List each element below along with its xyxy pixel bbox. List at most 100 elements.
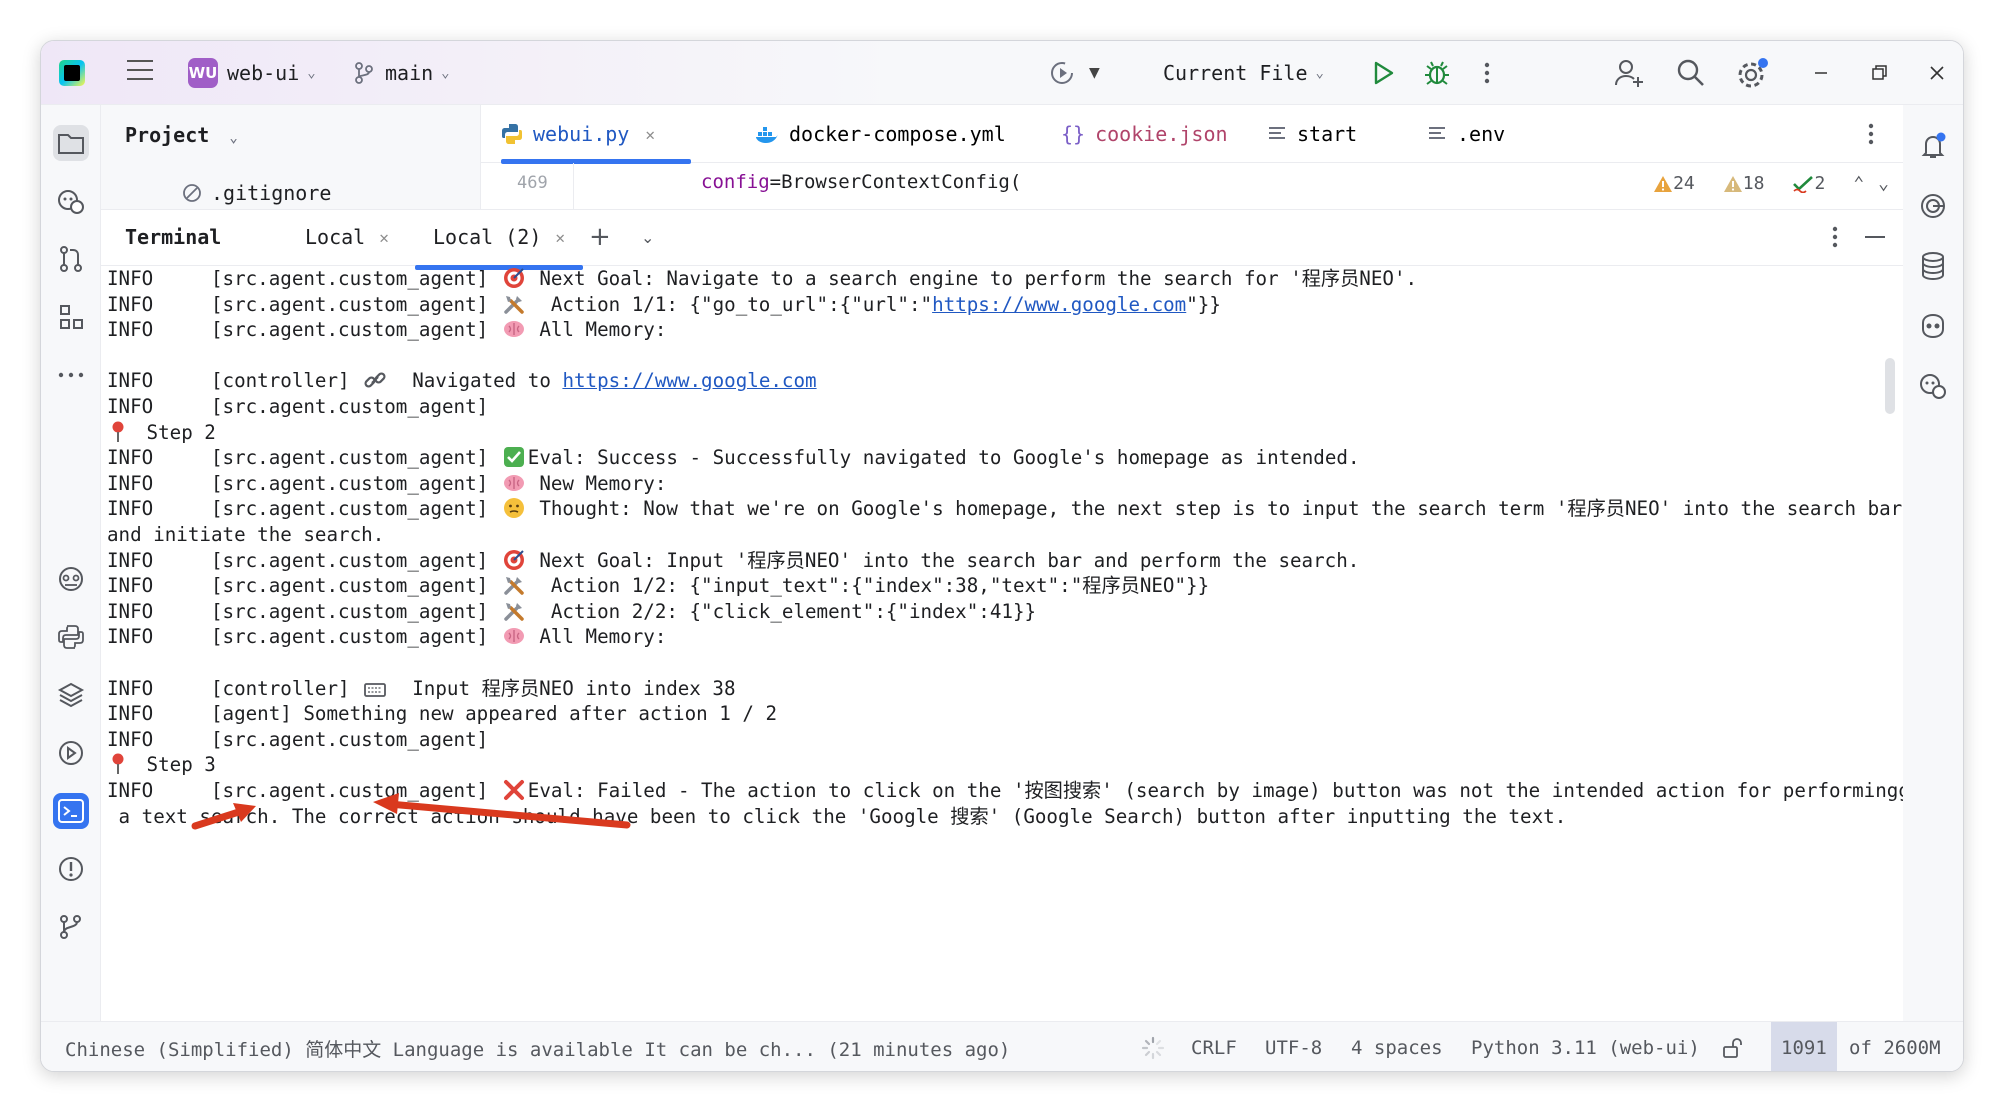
status-notification[interactable]: Chinese (Simplified) 简体中文 Language is av… (65, 1022, 1010, 1071)
close-tab-icon[interactable]: ✕ (379, 228, 389, 247)
json-icon: {} (1061, 122, 1086, 146)
tab-cookie-json[interactable]: {} cookie.json (1061, 105, 1228, 163)
tabs-more-icon[interactable] (1865, 121, 1877, 147)
url-link[interactable]: https://www.google.com (932, 293, 1186, 316)
log-message: Eval: Success - Successfully navigated t… (527, 446, 1360, 470)
project-name: web-ui (227, 61, 300, 85)
log-prefix: and initiate the search. (107, 523, 385, 546)
terminal-output[interactable]: INFO [src.agent.custom_agent] Next Goal:… (101, 266, 1903, 1022)
previous-highlight-icon[interactable]: ⌃ (1853, 173, 1864, 194)
debug-icon[interactable] (1423, 59, 1451, 87)
close-tab-icon[interactable]: ✕ (555, 228, 565, 247)
run-widget-dropdown-icon[interactable]: ▼ (1089, 41, 1100, 105)
terminal-tabs: Terminal Local ✕ Local (2) ✕ + ⌄ (101, 210, 1903, 270)
file-encoding[interactable]: UTF-8 (1265, 1022, 1322, 1071)
project-tree-item[interactable]: .gitignore (181, 181, 331, 205)
pycharm-logo-icon[interactable] (59, 60, 85, 86)
structure-icon[interactable] (53, 299, 89, 335)
gutter-divider (573, 163, 574, 209)
url-link[interactable]: https://www.google.com (562, 369, 816, 392)
memory-total[interactable]: of 2600M (1849, 1022, 1941, 1071)
editor-area: webui.py ✕ docker-compose.yml {} cookie.… (481, 105, 1903, 209)
restore-icon[interactable] (1867, 61, 1891, 85)
log-prefix: INFO [agent] Something new appeared afte… (107, 702, 778, 726)
assistant-icon[interactable] (1916, 369, 1950, 403)
line-separator[interactable]: CRLF (1191, 1022, 1237, 1071)
next-highlight-icon[interactable]: ⌄ (1878, 173, 1889, 194)
commit-icon[interactable] (53, 241, 89, 277)
run-config-selector[interactable]: Current File ⌄ (1163, 41, 1324, 105)
unlock-icon[interactable] (1721, 1022, 1743, 1071)
log-message: Action 2/2: {"click_element":{"index":41… (527, 599, 1037, 623)
ignored-file-icon (183, 184, 201, 202)
tools-emoji-icon (503, 293, 525, 315)
minimize-icon[interactable] (1809, 61, 1833, 85)
tab-env[interactable]: .env (1427, 105, 1505, 163)
project-panel-title[interactable]: Project ⌄ (125, 123, 238, 147)
memory-used[interactable]: 1091 (1771, 1022, 1837, 1071)
log-message: All Memory: (527, 625, 667, 649)
indent-setting[interactable]: 4 spaces (1351, 1022, 1443, 1071)
copilot-icon[interactable] (53, 561, 89, 597)
services-icon[interactable] (53, 735, 89, 771)
right-tool-strip (1901, 105, 1963, 1021)
left-tool-strip (41, 105, 101, 1021)
more-tools-icon[interactable] (53, 357, 89, 393)
branch-switcher[interactable]: main ⌄ (385, 41, 450, 105)
python-interpreter[interactable]: Python 3.11 (web-ui) (1471, 1022, 1700, 1071)
log-message: Next Goal: Navigate to a search engine t… (527, 267, 1418, 290)
run-widget-icon[interactable] (1049, 59, 1077, 87)
close-icon[interactable] (1925, 61, 1949, 85)
project-badge[interactable]: WU (188, 58, 218, 88)
code-text[interactable]: config=BrowserContextConfig( (701, 171, 1021, 193)
new-terminal-plus-icon[interactable]: + (589, 222, 611, 252)
log-prefix: INFO [src.agent.custom_agent] (107, 267, 500, 290)
run-config-label: Current File (1163, 61, 1308, 85)
brain-emoji-icon (503, 625, 525, 647)
settings-gear-icon[interactable] (1735, 57, 1769, 91)
inspection-widget[interactable]: 24 18 2 ⌃ ⌄ (1653, 173, 1889, 194)
log-prefix: INFO [src.agent.custom_agent] (107, 727, 489, 751)
code-line[interactable]: 469 config=BrowserContextConfig( 24 18 2… (481, 163, 1903, 209)
main-menu-icon[interactable] (127, 59, 153, 83)
close-tab-icon[interactable]: ✕ (645, 125, 655, 144)
git-icon[interactable] (53, 909, 89, 945)
pushpin-emoji-icon (110, 421, 132, 443)
project-switcher[interactable]: web-ui ⌄ (227, 41, 316, 105)
brain-emoji-icon (503, 472, 525, 494)
log-prefix: INFO [src.agent.custom_agent] (107, 292, 500, 316)
tab-start[interactable]: start (1267, 105, 1357, 163)
terminal-icon[interactable] (53, 793, 89, 829)
notifications-bell-icon[interactable] (1916, 129, 1950, 163)
log-message: Eval: Failed - The action to click on th… (527, 779, 1903, 802)
tab-label: cookie.json (1095, 122, 1228, 146)
terminal-scrollbar[interactable] (1885, 358, 1895, 414)
tools-emoji-icon (503, 600, 525, 622)
copilot-chat-icon[interactable] (1916, 309, 1950, 343)
more-actions-icon[interactable] (1481, 59, 1493, 87)
search-icon[interactable] (1675, 57, 1707, 89)
terminal-more-icon[interactable] (1829, 224, 1841, 250)
python-console-icon[interactable] (53, 619, 89, 655)
log-prefix: INFO [src.agent.custom_agent] (107, 471, 500, 495)
terminal-dropdown-icon[interactable]: ⌄ (641, 228, 654, 247)
code-with-me-icon[interactable] (1613, 57, 1645, 89)
layers-icon[interactable] (53, 677, 89, 713)
log-message: Action 1/1: {"go_to_url":{"url":" (527, 292, 933, 316)
tab-webui-py[interactable]: webui.py ✕ (501, 105, 691, 164)
hide-panel-icon[interactable] (1865, 236, 1885, 238)
terminal-tab-local[interactable]: Local ✕ (305, 225, 389, 249)
tools-emoji-icon (503, 574, 525, 596)
problems-icon[interactable] (53, 851, 89, 887)
ai-assistant-icon[interactable] (53, 183, 89, 219)
tab-docker-compose[interactable]: docker-compose.yml (755, 105, 1006, 163)
git-branch-icon[interactable] (353, 61, 375, 85)
ai-chat-icon[interactable] (1916, 189, 1950, 223)
text-file-icon (1267, 125, 1287, 143)
terminal-tab-local-2[interactable]: Local (2) ✕ (414, 225, 584, 270)
run-icon[interactable] (1369, 59, 1397, 87)
log-message: Action 1/2: {"input_text":{"index":38,"t… (527, 574, 1210, 598)
folder-icon[interactable] (53, 125, 89, 161)
database-icon[interactable] (1916, 249, 1950, 283)
log-prefix: INFO [controller] (107, 676, 362, 700)
